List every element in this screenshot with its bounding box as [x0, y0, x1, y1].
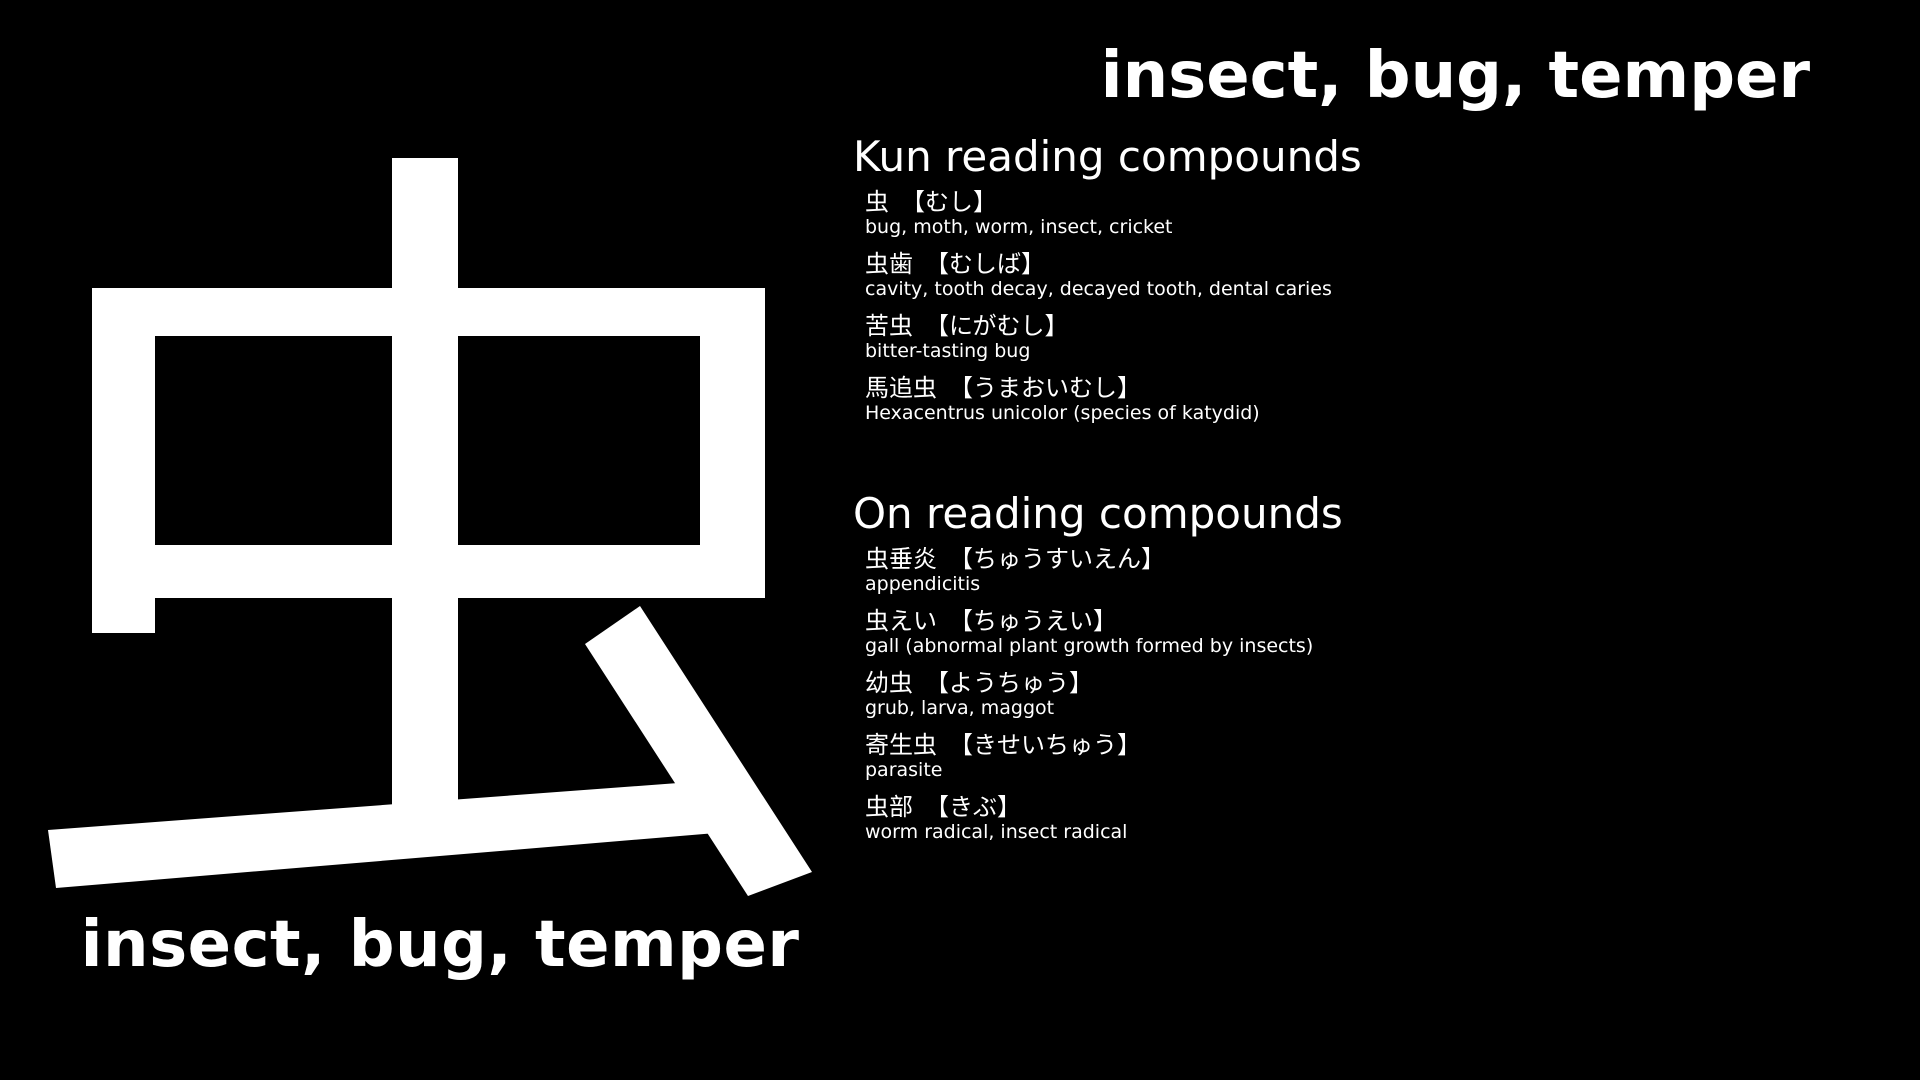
compound-item: 虫歯 【むしば】 cavity, tooth decay, decayed too… [865, 250, 1853, 300]
compound-term: 虫部 [865, 793, 913, 821]
compound-gloss: gall (abnormal plant growth formed by in… [865, 635, 1314, 657]
kanji-glyph [40, 150, 820, 910]
compound-item: 馬追虫 【うまおいむし】 Hexacentrus unicolor (specie… [865, 374, 1853, 424]
kun-section-heading: Kun reading compounds [853, 132, 1362, 181]
on-section-heading: On reading compounds [853, 489, 1343, 538]
compound-item: 虫えい 【ちゅうえい】 gall (abnormal plant growth f… [865, 607, 1853, 657]
compound-item: 虫垂炎 【ちゅうすいえん】 appendicitis [865, 545, 1853, 595]
compound-item: 寄生虫 【きせいちゅう】 parasite [865, 731, 1853, 781]
compound-gloss: grub, larva, maggot [865, 697, 1055, 719]
compound-item: 虫部 【きぶ】 worm radical, insect radical [865, 793, 1853, 843]
compound-term: 虫えい [865, 607, 937, 635]
compound-reading: 【むしば】 [925, 250, 1045, 278]
compound-term: 苦虫 [865, 312, 913, 340]
compound-reading: 【きぶ】 [925, 793, 1021, 821]
compound-gloss: parasite [865, 759, 943, 781]
kun-compounds-section: Kun reading compounds 虫【むし】 bug, moth, w… [853, 130, 1853, 436]
compound-reading: 【むし】 [901, 188, 997, 216]
compound-reading: 【にがむし】 [925, 312, 1069, 340]
compound-term: 寄生虫 [865, 731, 937, 759]
compound-reading: 【ちゅうえい】 [949, 607, 1117, 635]
compound-reading: 【うまおいむし】 [949, 374, 1141, 402]
kanji-meaning-large: insect, bug, temper [80, 908, 800, 982]
on-compounds-section: On reading compounds 虫垂炎 【ちゅうすいえん】 append… [853, 487, 1853, 855]
compound-term: 幼虫 [865, 669, 913, 697]
compound-gloss: cavity, tooth decay, decayed tooth, dent… [865, 278, 1332, 300]
kanji-meaning-header: insect, bug, temper [1100, 39, 1810, 113]
compound-gloss: bug, moth, worm, insect, cricket [865, 216, 1173, 238]
compound-gloss: appendicitis [865, 573, 981, 595]
compound-reading: 【ようちゅう】 [925, 669, 1093, 697]
compound-term: 虫垂炎 [865, 545, 937, 573]
compound-term: 虫 [865, 188, 889, 216]
compound-gloss: Hexacentrus unicolor (species of katydid… [865, 402, 1260, 424]
compound-item: 苦虫 【にがむし】 bitter-tasting bug [865, 312, 1853, 362]
compound-item: 幼虫 【ようちゅう】 grub, larva, maggot [865, 669, 1853, 719]
compound-gloss: bitter-tasting bug [865, 340, 1031, 362]
compound-reading: 【ちゅうすいえん】 [949, 545, 1165, 573]
compound-gloss: worm radical, insect radical [865, 821, 1128, 843]
compound-term: 馬追虫 [865, 374, 937, 402]
compound-reading: 【きせいちゅう】 [949, 731, 1141, 759]
compound-item: 虫【むし】 bug, moth, worm, insect, cricket [865, 188, 1853, 238]
compound-term: 虫歯 [865, 250, 913, 278]
